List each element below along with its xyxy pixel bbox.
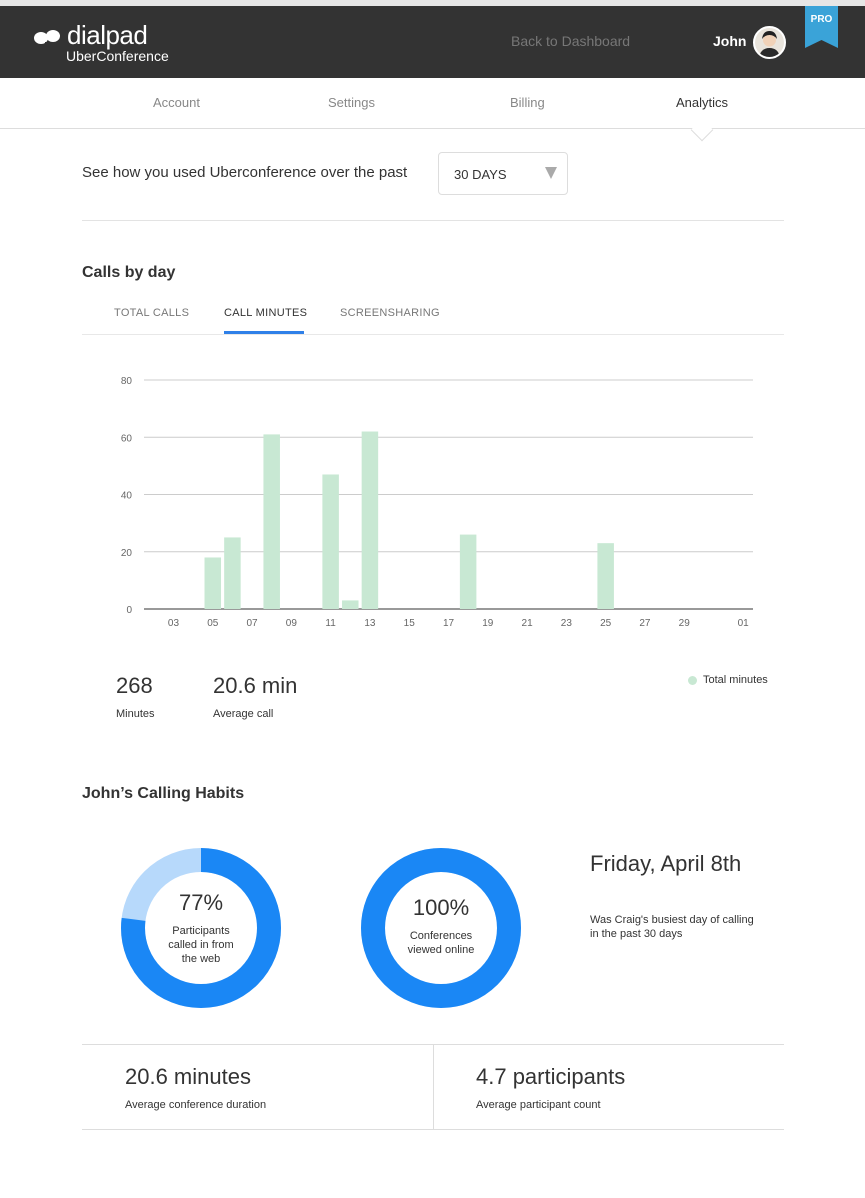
range-dropdown[interactable]: 30 DAYS — [438, 152, 568, 195]
online-percent: 100% — [412, 895, 470, 920]
calls-by-day-title: Calls by day — [82, 264, 176, 281]
legend-swatch — [688, 676, 697, 685]
avg-participants-value: 4.7 participants — [476, 1064, 626, 1089]
x-tick-label: 27 — [639, 618, 651, 629]
x-tick-label: 07 — [246, 618, 258, 629]
bar — [459, 534, 477, 609]
total-minutes-label: Minutes — [116, 708, 155, 720]
tab-screensharing[interactable]: SCREENSHARING — [340, 307, 440, 319]
bar — [263, 434, 280, 609]
active-tab-indicator — [690, 118, 714, 142]
web-percent: 77% — [178, 890, 224, 915]
y-tick-label: 20 — [121, 548, 133, 559]
y-tick-label: 0 — [126, 605, 132, 616]
bar — [224, 537, 241, 609]
x-tick-label: 21 — [522, 618, 534, 629]
online-caption: Conferences viewed online — [407, 930, 475, 956]
tab-billing[interactable]: Billing — [510, 95, 545, 110]
chevron-down-icon — [545, 167, 557, 179]
avg-participants-label: Average participant count — [476, 1099, 601, 1111]
x-tick-label: 19 — [482, 618, 494, 629]
bar — [342, 600, 359, 609]
total-minutes-value: 268 — [116, 673, 153, 698]
user-name[interactable]: John — [713, 33, 746, 49]
range-selected-value: 30 DAYS — [454, 167, 507, 182]
user-avatar-icon — [755, 28, 784, 57]
calls-by-day-chart: 0 20 40 60 80 03 05 07 09 11 13 15 17 19 21 23 25 27 29 01 — [121, 376, 753, 629]
back-to-dashboard-link[interactable]: Back to Dashboard — [511, 33, 630, 49]
web-caption: Participants called in from the web — [168, 925, 234, 965]
top-bar: dialpad UberConference Back to Dashboard… — [0, 0, 865, 78]
active-chart-tab-underline — [224, 331, 304, 334]
x-tick-label: 03 — [168, 618, 180, 629]
avg-duration-label: Average conference duration — [125, 1099, 267, 1111]
tabs-divider — [82, 334, 784, 335]
x-tick-label: 09 — [286, 618, 298, 629]
average-call-label: Average call — [213, 708, 274, 720]
brand-name: dialpad — [67, 20, 148, 50]
x-tick-label: 17 — [443, 618, 455, 629]
busiest-day: Friday, April 8th — [590, 851, 742, 876]
dialpad-logo-icon — [34, 30, 60, 46]
bar — [597, 543, 614, 609]
divider — [82, 220, 784, 221]
tab-settings[interactable]: Settings — [328, 95, 375, 110]
avg-duration-value: 20.6 minutes — [125, 1064, 251, 1089]
main-nav: Account Settings Billing Analytics — [0, 78, 865, 142]
bar — [322, 474, 339, 609]
summary-divider — [433, 1045, 434, 1130]
bar — [361, 431, 379, 609]
x-tick-label: 11 — [325, 618, 336, 629]
average-call-value: 20.6 min — [213, 673, 298, 698]
legend-label: Total minutes — [703, 674, 768, 686]
x-tick-label: 13 — [364, 618, 376, 629]
online-viewed-donut — [361, 848, 521, 1008]
x-tick-label: 01 — [738, 618, 750, 629]
avatar[interactable] — [753, 26, 786, 59]
tab-account[interactable]: Account — [153, 95, 200, 110]
busiest-day-caption: Was Craig's busiest day of calling in th… — [590, 914, 754, 940]
tab-total-calls[interactable]: TOTAL CALLS — [114, 307, 189, 319]
tab-analytics[interactable]: Analytics — [676, 95, 728, 110]
y-tick-label: 80 — [121, 376, 133, 387]
donut-arc — [361, 848, 521, 1008]
pro-badge-text: PRO — [811, 14, 833, 25]
summary-panel: 20.6 minutes Average conference duration… — [82, 1044, 784, 1130]
calling-habits-title: John’s Calling Habits — [82, 785, 245, 802]
x-tick-label: 05 — [207, 618, 219, 629]
pro-badge: PRO — [805, 6, 838, 48]
x-tick-label: 25 — [600, 618, 612, 629]
product-name: UberConference — [66, 48, 169, 64]
bar — [204, 557, 222, 609]
range-label: See how you used Uberconference over the… — [82, 164, 408, 181]
y-tick-label: 60 — [121, 433, 133, 444]
tab-call-minutes[interactable]: CALL MINUTES — [224, 307, 307, 319]
y-tick-label: 40 — [121, 491, 133, 502]
x-tick-label: 29 — [679, 618, 691, 629]
x-tick-label: 15 — [404, 618, 416, 629]
x-tick-label: 23 — [561, 618, 573, 629]
